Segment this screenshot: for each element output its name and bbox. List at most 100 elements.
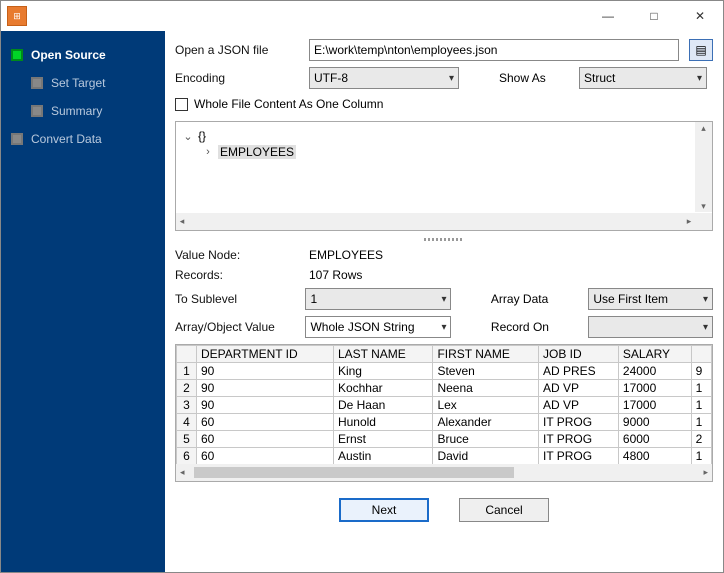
cancel-button[interactable]: Cancel xyxy=(459,498,549,522)
chevron-down-icon: ▾ xyxy=(441,294,446,305)
json-tree[interactable]: ⌄ {} › EMPLOYEES ▴ ▾ ◂ ▸ xyxy=(175,121,713,231)
column-header[interactable] xyxy=(691,346,711,363)
table-row[interactable]: 390De HaanLexAD VP170001 xyxy=(177,397,712,414)
arrayobj-label: Array/Object Value xyxy=(175,320,295,334)
wholefile-checkbox[interactable] xyxy=(175,98,188,111)
preview-grid[interactable]: DEPARTMENT IDLAST NAMEFIRST NAMEJOB IDSA… xyxy=(175,344,713,482)
showas-label: Show As xyxy=(499,71,569,85)
maximize-button[interactable]: □ xyxy=(631,1,677,31)
cell: 90 xyxy=(197,363,334,380)
minimize-button[interactable]: — xyxy=(585,1,631,31)
table-row[interactable]: 660AustinDavidIT PROG48001 xyxy=(177,448,712,465)
row-valuenode: Value Node: EMPLOYEES xyxy=(175,248,713,262)
table-row[interactable]: 290KochharNeenaAD VP170001 xyxy=(177,380,712,397)
row-wholefile: Whole File Content As One Column xyxy=(175,95,713,115)
sidebar-item-set-target[interactable]: Set Target xyxy=(5,69,161,97)
next-button[interactable]: Next xyxy=(339,498,429,522)
scroll-down-icon[interactable]: ▾ xyxy=(698,200,709,212)
scrollbar-thumb[interactable] xyxy=(194,467,514,478)
scroll-up-icon[interactable]: ▴ xyxy=(698,122,709,134)
valuenode-label: Value Node: xyxy=(175,248,299,262)
tree-node-employees[interactable]: › EMPLOYEES xyxy=(182,144,706,160)
chevron-down-icon: ▾ xyxy=(697,73,702,84)
cell: David xyxy=(433,448,539,465)
cell: 1 xyxy=(691,414,711,431)
recordon-label: Record On xyxy=(491,320,578,334)
sidebar: Open Source Set Target Summary Convert D… xyxy=(1,31,165,572)
cell: Bruce xyxy=(433,431,539,448)
cell: AD VP xyxy=(538,397,618,414)
cell: 17000 xyxy=(618,380,691,397)
scroll-left-icon[interactable]: ◂ xyxy=(176,216,188,227)
cell: 60 xyxy=(197,448,334,465)
scroll-right-icon[interactable]: ▸ xyxy=(683,216,695,227)
arraydata-value: Use First Item xyxy=(593,292,668,306)
arraydata-select[interactable]: Use First Item ▾ xyxy=(588,288,713,310)
app-icon: ⊞ xyxy=(7,6,27,26)
column-header[interactable]: LAST NAME xyxy=(333,346,433,363)
tree-root-label: {} xyxy=(198,129,206,143)
cell: Steven xyxy=(433,363,539,380)
tree-expand-icon[interactable]: ⌄ xyxy=(182,130,194,143)
recordon-select[interactable]: ▾ xyxy=(588,316,713,338)
button-row: Next Cancel xyxy=(175,488,713,526)
splitter[interactable] xyxy=(175,237,713,242)
cell: 24000 xyxy=(618,363,691,380)
cell: 2 xyxy=(691,431,711,448)
chevron-down-icon: ▾ xyxy=(703,294,708,305)
tree-scrollbar-vertical[interactable]: ▴ ▾ xyxy=(695,122,712,212)
open-file-label: Open a JSON file xyxy=(175,43,299,57)
cell: AD PRES xyxy=(538,363,618,380)
cell: 9000 xyxy=(618,414,691,431)
cell: King xyxy=(333,363,433,380)
sidebar-item-open-source[interactable]: Open Source xyxy=(5,41,161,69)
cell: 90 xyxy=(197,397,334,414)
showas-select[interactable]: Struct ▾ xyxy=(579,67,707,89)
open-file-input[interactable] xyxy=(309,39,679,61)
encoding-select[interactable]: UTF-8 ▾ xyxy=(309,67,459,89)
cell: 17000 xyxy=(618,397,691,414)
main-panel: Open a JSON file ▤ Encoding UTF-8 ▾ Show… xyxy=(165,31,723,572)
records-label: Records: xyxy=(175,268,299,282)
tosublevel-label: To Sublevel xyxy=(175,292,295,306)
cell: 60 xyxy=(197,414,334,431)
column-header[interactable]: SALARY xyxy=(618,346,691,363)
tosublevel-select[interactable]: 1 ▾ xyxy=(305,288,451,310)
cell: 1 xyxy=(691,448,711,465)
cell: AD VP xyxy=(538,380,618,397)
sidebar-item-convert-data[interactable]: Convert Data xyxy=(5,125,161,153)
valuenode-value: EMPLOYEES xyxy=(309,248,383,262)
table-row[interactable]: 190KingStevenAD PRES240009 xyxy=(177,363,712,380)
cell: IT PROG xyxy=(538,448,618,465)
encoding-value: UTF-8 xyxy=(314,71,348,85)
app-window: ⊞ — □ ✕ Open Source Set Target Summary C… xyxy=(0,0,724,573)
arrayobj-select[interactable]: Whole JSON String ▾ xyxy=(305,316,451,338)
cell: 1 xyxy=(691,397,711,414)
cell: 1 xyxy=(691,380,711,397)
tree-node-root[interactable]: ⌄ {} xyxy=(182,128,706,144)
column-header[interactable]: FIRST NAME xyxy=(433,346,539,363)
cell: Hunold xyxy=(333,414,433,431)
step-status-icon xyxy=(11,133,23,145)
window-buttons: — □ ✕ xyxy=(585,1,723,31)
cell: Alexander xyxy=(433,414,539,431)
row-number-header xyxy=(177,346,197,363)
tree-expand-icon[interactable]: › xyxy=(202,146,214,158)
cell: Austin xyxy=(333,448,433,465)
browse-button[interactable]: ▤ xyxy=(689,39,713,61)
table-row[interactable]: 460HunoldAlexanderIT PROG90001 xyxy=(177,414,712,431)
scroll-right-icon[interactable]: ▸ xyxy=(703,467,708,478)
tosublevel-value: 1 xyxy=(310,292,317,306)
scroll-left-icon[interactable]: ◂ xyxy=(180,467,185,478)
column-header[interactable]: DEPARTMENT ID xyxy=(197,346,334,363)
grid-scrollbar-horizontal[interactable]: ◂ ▸ xyxy=(176,464,712,481)
body: Open Source Set Target Summary Convert D… xyxy=(1,31,723,572)
table-row[interactable]: 560ErnstBruceIT PROG60002 xyxy=(177,431,712,448)
titlebar: ⊞ — □ ✕ xyxy=(1,1,723,31)
column-header[interactable]: JOB ID xyxy=(538,346,618,363)
sidebar-item-summary[interactable]: Summary xyxy=(5,97,161,125)
cell: 6000 xyxy=(618,431,691,448)
showas-value: Struct xyxy=(584,71,615,85)
tree-scrollbar-horizontal[interactable]: ◂ ▸ xyxy=(176,213,712,230)
close-button[interactable]: ✕ xyxy=(677,1,723,31)
